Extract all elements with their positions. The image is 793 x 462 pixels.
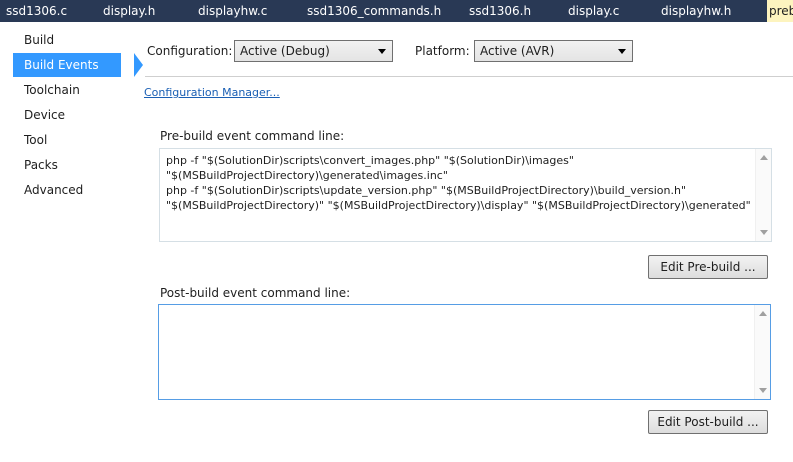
configuration-value: Active (Debug) — [240, 44, 330, 58]
sidebar-item-toolchain[interactable]: Toolchain — [13, 78, 121, 102]
postbuild-command-textarea[interactable] — [158, 304, 771, 400]
configuration-select[interactable]: Active (Debug) — [234, 40, 393, 62]
property-pages-sidebar: Build Build Events Toolchain Device Tool… — [0, 22, 143, 462]
chevron-down-icon — [618, 49, 626, 54]
sidebar-item-tool[interactable]: Tool — [13, 128, 121, 152]
prebuild-command-textarea[interactable]: php -f "$(SolutionDir)scripts\convert_im… — [159, 148, 772, 242]
sidebar-item-device[interactable]: Device — [13, 103, 121, 127]
tab-display-c[interactable]: display.c — [566, 0, 621, 22]
tab-displayhw-c[interactable]: displayhw.c — [196, 0, 269, 22]
platform-label: Platform: — [415, 44, 470, 58]
configuration-manager-link[interactable]: Configuration Manager... — [144, 86, 280, 99]
prebuild-label: Pre-build event command line: — [160, 129, 345, 143]
selection-arrow-icon — [134, 53, 143, 77]
divider — [145, 76, 793, 77]
postbuild-label: Post-build event command line: — [160, 286, 351, 300]
tab-displayhw-h[interactable]: displayhw.h — [659, 0, 733, 22]
platform-value: Active (AVR) — [480, 44, 555, 58]
scroll-down-icon[interactable] — [759, 388, 767, 393]
sidebar-item-label: Build Events — [24, 58, 99, 72]
scroll-down-icon[interactable] — [760, 230, 768, 235]
tab-ssd1306-commands-h[interactable]: ssd1306_commands.h — [305, 0, 443, 22]
chevron-down-icon — [378, 49, 386, 54]
sidebar-item-build[interactable]: Build — [13, 28, 121, 52]
scroll-up-icon[interactable] — [760, 155, 768, 160]
tab-display-h[interactable]: display.h — [101, 0, 157, 22]
edit-prebuild-button[interactable]: Edit Pre-build ... — [648, 255, 768, 279]
postbuild-scrollbar[interactable] — [754, 305, 770, 399]
tab-ssd1306-h[interactable]: ssd1306.h — [467, 0, 533, 22]
prebuild-scrollbar[interactable] — [755, 149, 771, 241]
sidebar-item-build-events[interactable]: Build Events — [13, 53, 143, 77]
configuration-label: Configuration: — [147, 44, 233, 58]
tab-prebuild-active[interactable]: preb — [767, 0, 793, 22]
edit-postbuild-button[interactable]: Edit Post-build ... — [648, 410, 768, 434]
tab-ssd1306-c[interactable]: ssd1306.c — [4, 0, 69, 22]
sidebar-item-packs[interactable]: Packs — [13, 153, 121, 177]
document-tab-strip: ssd1306.c display.h displayhw.c ssd1306_… — [0, 0, 793, 22]
scroll-up-icon[interactable] — [759, 311, 767, 316]
prebuild-command-text: php -f "$(SolutionDir)scripts\convert_im… — [166, 154, 751, 212]
platform-select[interactable]: Active (AVR) — [474, 40, 633, 62]
sidebar-item-advanced[interactable]: Advanced — [13, 178, 121, 202]
